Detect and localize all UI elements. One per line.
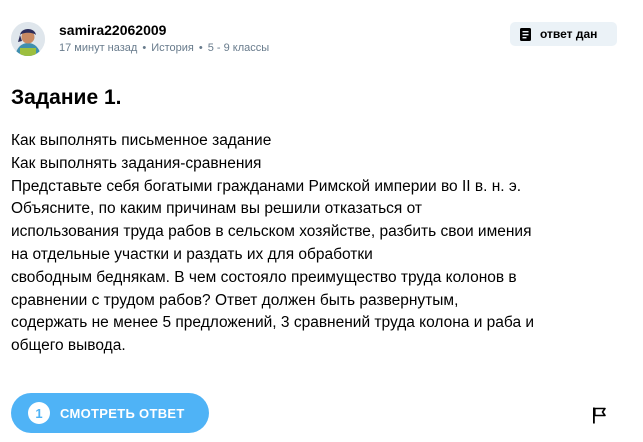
meta-separator: • bbox=[198, 42, 203, 54]
meta-separator: • bbox=[142, 42, 147, 54]
grade-label: 5 - 9 классы bbox=[207, 42, 270, 54]
badge-label: ответ дан bbox=[540, 27, 598, 41]
question-line: общего вывода. bbox=[11, 337, 126, 355]
answers-count-badge: 1 bbox=[28, 402, 50, 424]
see-answer-label: СМОТРЕТЬ ОТВЕТ bbox=[60, 405, 185, 421]
question-title: Задание 1. bbox=[11, 86, 122, 109]
see-answer-button[interactable]: 1 СМОТРЕТЬ ОТВЕТ bbox=[11, 393, 209, 433]
question-meta: 17 минут назад • История • 5 - 9 классы bbox=[59, 42, 269, 54]
question-line: использования труда рабов в сельском хоз… bbox=[11, 223, 532, 241]
question-line: Объясните, по каким причинам вы решили о… bbox=[11, 200, 422, 218]
question-line: Как выполнять письменное задание bbox=[11, 132, 272, 149]
question-line: Как выполнять задания-сравнения bbox=[11, 154, 262, 172]
author-username[interactable]: samira22062009 bbox=[59, 22, 166, 38]
avatar[interactable] bbox=[11, 22, 45, 56]
question-line: на отдельные участки и раздать их для об… bbox=[11, 245, 373, 263]
subject-link[interactable]: История bbox=[151, 42, 194, 54]
question-line: сравнении с трудом рабов? Ответ должен б… bbox=[11, 291, 459, 309]
user-avatar-icon bbox=[11, 22, 45, 56]
flag-icon bbox=[593, 407, 606, 423]
answered-badge: ответ дан bbox=[510, 22, 617, 46]
time-ago: 17 минут назад bbox=[59, 42, 138, 54]
report-button[interactable] bbox=[590, 405, 610, 425]
document-icon bbox=[520, 27, 531, 41]
question-line: содержать не менее 5 предложений, 3 срав… bbox=[11, 314, 535, 332]
question-line: Представьте себя богатыми гражданами Рим… bbox=[11, 177, 522, 195]
question-line: свободным беднякам. В чем состояло преим… bbox=[11, 268, 517, 286]
question-body: Как выполнять письменное задание Как вып… bbox=[11, 130, 631, 358]
